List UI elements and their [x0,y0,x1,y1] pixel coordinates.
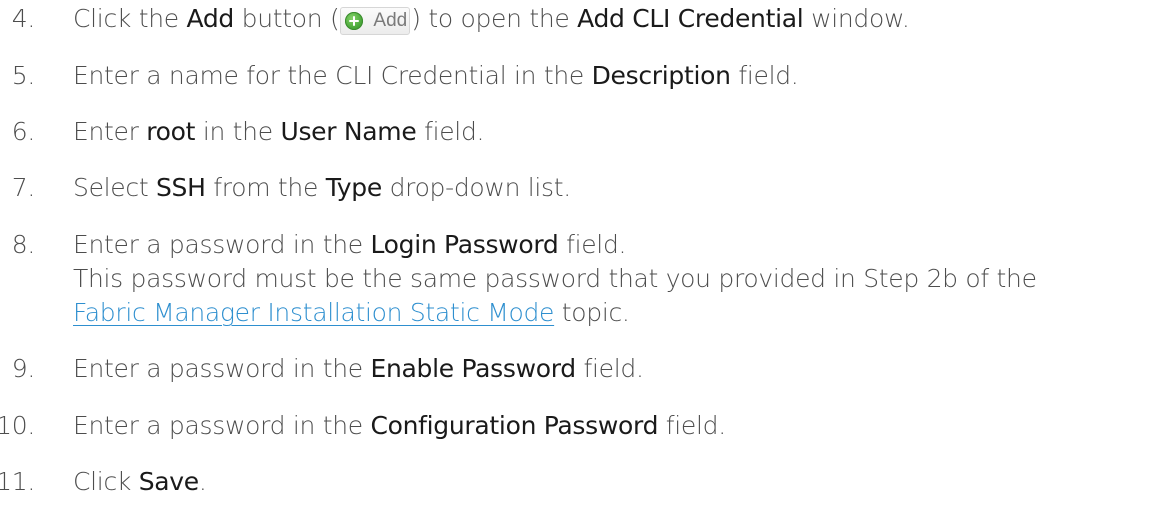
text-segment: Enter a password in the [73,411,371,440]
text-segment: field. [730,61,799,90]
fabric-manager-installation-link[interactable]: Fabric Manager Installation Static Mode [73,298,554,327]
ui-term-root: root [146,117,196,146]
step-number: 5. [11,61,36,90]
ui-term-add: Add [186,4,235,33]
step-note-text: This password must be the same password … [73,264,1037,293]
text-segment: topic. [554,298,630,327]
text-segment: drop-down list. [381,173,572,202]
step-text: Fabric Manager Installation Static Mode … [73,296,630,329]
step-text: Enter a password in the Enable Password … [73,352,644,385]
step-text: Enter root in the User Name field. [73,115,484,148]
ui-term-ssh: SSH [155,173,206,202]
text-segment: Enter [73,117,147,146]
step-text: Click the Add button (Add) to open the A… [73,2,910,35]
text-segment: button ( [234,4,340,33]
text-segment: from the [205,173,326,202]
text-segment: field. [575,354,644,383]
text-segment: Click [73,467,139,496]
text-segment: Enter a password in the [73,230,371,259]
text-segment: in the [195,117,281,146]
ui-term-login-password: Login Password [370,230,559,259]
text-segment: window. [803,4,910,33]
step-text: Enter a name for the CLI Credential in t… [73,59,799,92]
text-segment: Click the [73,4,187,33]
ui-term-save: Save [138,467,199,496]
text-segment: Enter a password in the [73,354,371,383]
step-number: 9. [11,354,36,383]
step-number: 6. [11,117,36,146]
step-number: 4. [11,4,36,33]
step-text: Enter a password in the Configuration Pa… [73,409,726,442]
text-segment: ) to open the [411,4,578,33]
text-segment: . [198,467,207,496]
step-number: 8. [11,230,36,259]
ui-term-configuration-password: Configuration Password [370,411,659,440]
step-number: 10. [0,411,35,440]
step-text: Click Save. [73,465,207,498]
text-segment: field. [416,117,485,146]
text-segment: Enter a name for the CLI Credential in t… [73,61,592,90]
ui-term-description: Description [591,61,731,90]
ui-term-user-name: User Name [280,117,417,146]
text-segment: Select [73,173,156,202]
text-segment: field. [558,230,627,259]
step-text: Select SSH from the Type drop-down list. [73,171,571,204]
text-segment: field. [658,411,726,440]
add-button-label: Add [373,10,408,31]
green-plus-circle-icon [345,12,364,30]
add-button-image: Add [340,7,411,35]
step-number: 7. [11,173,36,202]
step-text: Enter a password in the Login Password f… [73,228,626,261]
ui-term-type: Type [325,173,383,202]
step-number: 11. [0,467,35,496]
ui-term-enable-password: Enable Password [370,354,576,383]
ui-term-add-cli-credential: Add CLI Credential [577,4,804,33]
